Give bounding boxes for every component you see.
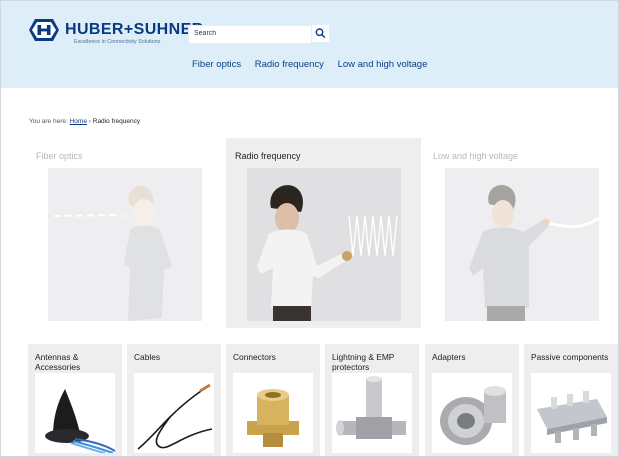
- nav-item-radio-frequency[interactable]: Radio frequency: [255, 59, 324, 70]
- category-card-low-high-voltage[interactable]: Low and high voltage: [424, 138, 618, 328]
- category-title: Radio frequency: [235, 151, 301, 161]
- product-card-lightning-protectors[interactable]: Lightning & EMP protectors: [325, 344, 419, 456]
- brand-tagline: Excellence in Connectivity Solutions: [74, 39, 161, 45]
- brand-name: HUBER+SUHNER: [65, 21, 204, 38]
- product-title: Antennas & Accessories: [35, 352, 81, 372]
- low-high-voltage-photo: [445, 168, 599, 321]
- breadcrumb: You are here: Home › Radio frequency: [29, 118, 140, 125]
- main-nav: Fiber optics Radio frequency Low and hig…: [192, 59, 438, 70]
- lightning-protector-icon: [332, 373, 412, 453]
- radio-frequency-photo: [247, 168, 401, 321]
- brand-logo-icon: [29, 19, 59, 41]
- adapter-icon: [432, 373, 512, 453]
- fiber-optics-photo: [48, 168, 202, 321]
- search-input[interactable]: [189, 26, 306, 41]
- antenna-icon: [35, 373, 115, 453]
- breadcrumb-separator: ›: [88, 118, 91, 125]
- splitter-icon: [531, 373, 611, 453]
- product-card-adapters[interactable]: Adapters: [425, 344, 519, 456]
- category-card-radio-frequency[interactable]: Radio frequency: [226, 138, 421, 328]
- search-icon: [315, 28, 326, 38]
- cable-icon: [134, 373, 214, 453]
- search-button[interactable]: [312, 25, 329, 42]
- breadcrumb-prefix: You are here:: [29, 118, 68, 125]
- product-card-antennas[interactable]: Antennas & Accessories: [28, 344, 122, 456]
- product-title: Connectors: [233, 352, 276, 362]
- product-card-connectors[interactable]: Connectors: [226, 344, 320, 456]
- connector-icon: [233, 373, 313, 453]
- breadcrumb-home-link[interactable]: Home: [70, 118, 87, 125]
- product-title: Passive components: [531, 352, 609, 362]
- nav-item-fiber-optics[interactable]: Fiber optics: [192, 59, 241, 70]
- category-title: Fiber optics: [36, 151, 83, 161]
- product-card-cables[interactable]: Cables: [127, 344, 221, 456]
- nav-item-low-high-voltage[interactable]: Low and high voltage: [338, 59, 428, 70]
- site-header: HUBER+SUHNER Excellence in Connectivity …: [1, 1, 618, 88]
- breadcrumb-current: Radio frequency: [92, 118, 141, 125]
- product-title: Cables: [134, 352, 161, 362]
- product-title: Lightning & EMP protectors: [332, 352, 395, 372]
- category-card-fiber-optics[interactable]: Fiber optics: [27, 138, 222, 328]
- logo[interactable]: HUBER+SUHNER Excellence in Connectivity …: [28, 18, 203, 48]
- search-box: [188, 25, 312, 44]
- product-card-passive-components[interactable]: Passive components: [524, 344, 618, 456]
- category-title: Low and high voltage: [433, 151, 519, 161]
- product-title: Adapters: [432, 352, 466, 362]
- page-frame: HUBER+SUHNER Excellence in Connectivity …: [0, 0, 619, 457]
